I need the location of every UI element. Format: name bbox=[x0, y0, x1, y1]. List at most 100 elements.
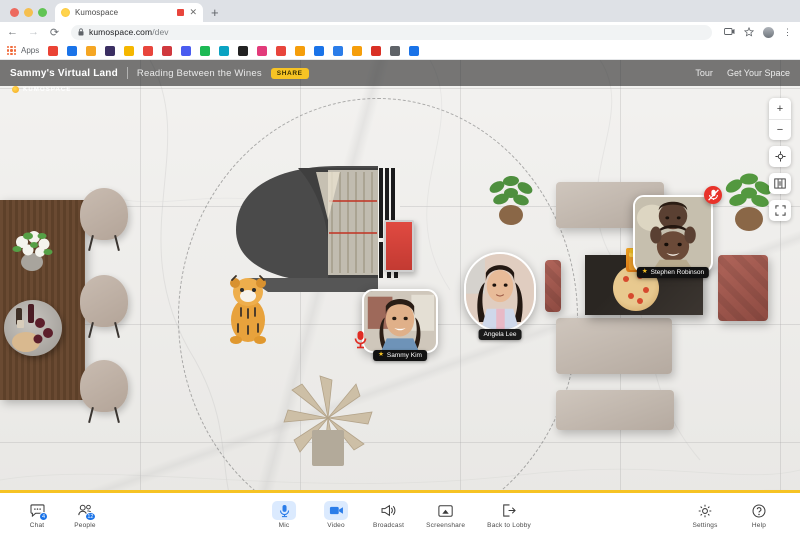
back-to-lobby-button[interactable]: Back to Lobby bbox=[487, 501, 531, 529]
question-mark-icon bbox=[747, 501, 771, 520]
screenshare-label: Screenshare bbox=[426, 522, 465, 529]
cast-icon[interactable] bbox=[724, 28, 735, 37]
leather-armchair-right[interactable] bbox=[718, 255, 768, 321]
gmail-bookmark[interactable] bbox=[48, 46, 58, 56]
adobe-bookmark[interactable] bbox=[276, 46, 286, 56]
window-traffic-lights[interactable] bbox=[8, 8, 55, 22]
participant-tile-stephen-robinson[interactable]: ★ Stephen Robinson bbox=[633, 195, 713, 273]
mic-button[interactable]: Mic bbox=[269, 501, 299, 529]
brand-name: KUMOSPACE bbox=[23, 87, 71, 93]
address-bar[interactable]: kumospace.com/dev bbox=[71, 25, 712, 40]
participant-name: Stephen Robinson bbox=[651, 269, 705, 276]
participant-name-chip: Angela Lee bbox=[479, 329, 522, 340]
spotify-bookmark[interactable] bbox=[200, 46, 210, 56]
people-button[interactable]: 12 People bbox=[70, 501, 100, 529]
cloud-bookmark[interactable] bbox=[352, 46, 362, 56]
video-button[interactable]: Video bbox=[321, 501, 351, 529]
exit-icon bbox=[497, 501, 521, 520]
participant-name: Angela Lee bbox=[484, 331, 517, 338]
potted-plant-center[interactable] bbox=[487, 175, 535, 227]
lounge-chair[interactable] bbox=[80, 360, 128, 412]
close-tab-icon[interactable]: ✕ bbox=[189, 8, 197, 17]
fullscreen-button[interactable] bbox=[769, 200, 791, 221]
wine-and-cheese-tray[interactable] bbox=[4, 300, 62, 356]
red-bench[interactable] bbox=[384, 220, 414, 272]
apps-label[interactable]: Apps bbox=[21, 46, 39, 55]
url-domain: kumospace.com bbox=[89, 27, 152, 37]
analytics-bookmark[interactable] bbox=[86, 46, 96, 56]
jira-bookmark[interactable] bbox=[162, 46, 172, 56]
sofa-bottom[interactable] bbox=[556, 318, 672, 374]
figma-bookmark[interactable] bbox=[181, 46, 191, 56]
sofa-lower[interactable] bbox=[556, 390, 674, 430]
broadcast-button[interactable]: Broadcast bbox=[373, 501, 404, 529]
recenter-button[interactable] bbox=[769, 146, 791, 167]
bookmark-star-icon[interactable] bbox=[744, 27, 754, 37]
settings-label: Settings bbox=[692, 522, 717, 529]
participant-video[interactable] bbox=[633, 195, 713, 273]
settings-button[interactable]: Settings bbox=[690, 501, 720, 529]
zoom-in-button[interactable]: + bbox=[769, 98, 791, 119]
notion-bookmark[interactable] bbox=[219, 46, 229, 56]
lounge-chair[interactable] bbox=[80, 188, 128, 240]
new-tab-button[interactable]: + bbox=[211, 5, 219, 22]
bottom-toolbar: 4 Chat 12 People bbox=[0, 490, 800, 537]
tiger-statue[interactable] bbox=[222, 272, 274, 344]
blue-bookmark[interactable] bbox=[409, 46, 419, 56]
leather-armchair-left[interactable] bbox=[545, 260, 561, 312]
close-window-icon[interactable] bbox=[10, 8, 19, 17]
dark-bookmark[interactable] bbox=[238, 46, 248, 56]
muted-mic-badge bbox=[704, 186, 722, 204]
help-button[interactable]: Help bbox=[744, 501, 774, 529]
reload-button[interactable]: ⟳ bbox=[48, 26, 61, 39]
back-button[interactable]: ← bbox=[6, 26, 19, 38]
participant-video[interactable] bbox=[464, 252, 536, 332]
share-button[interactable]: SHARE bbox=[271, 68, 309, 79]
screenshare-button[interactable]: Screenshare bbox=[426, 501, 465, 529]
participant-video[interactable] bbox=[362, 289, 438, 353]
toolbar-center-group: Mic Video bbox=[269, 501, 531, 529]
kumospace-logo-icon bbox=[61, 8, 70, 17]
tour-link[interactable]: Tour bbox=[695, 68, 713, 78]
maximize-window-icon[interactable] bbox=[38, 8, 47, 17]
forward-button[interactable]: → bbox=[27, 26, 40, 38]
table-bookmark[interactable] bbox=[314, 46, 324, 56]
browser-toolbar: ← → ⟳ kumospace.com/dev ⋮ bbox=[0, 22, 800, 42]
rocket-bookmark[interactable] bbox=[143, 46, 153, 56]
tab-title: Kumospace bbox=[75, 8, 172, 17]
minimap-button[interactable] bbox=[769, 173, 791, 194]
browser-tab[interactable]: Kumospace ✕ bbox=[55, 3, 203, 22]
host-star-icon: ★ bbox=[642, 269, 648, 276]
grid-bookmark[interactable] bbox=[105, 46, 115, 56]
orange-bookmark[interactable] bbox=[295, 46, 305, 56]
minimize-window-icon[interactable] bbox=[24, 8, 33, 17]
chrome-menu-icon[interactable]: ⋮ bbox=[783, 27, 792, 38]
mail-bookmark[interactable] bbox=[124, 46, 134, 56]
calendar-bookmark[interactable] bbox=[67, 46, 77, 56]
participant-tile-angela-lee[interactable]: Angela Lee bbox=[464, 252, 536, 332]
url-text: kumospace.com/dev bbox=[89, 27, 169, 37]
flower-vase[interactable] bbox=[8, 228, 56, 272]
toolbar-icons: ⋮ bbox=[724, 27, 794, 38]
help-label: Help bbox=[752, 522, 766, 529]
get-your-space-link[interactable]: Get Your Space bbox=[727, 68, 790, 78]
apps-grid-icon[interactable] bbox=[7, 46, 16, 55]
refresh-bookmark[interactable] bbox=[333, 46, 343, 56]
chat-button[interactable]: 4 Chat bbox=[22, 501, 52, 529]
lounge-chair[interactable] bbox=[80, 275, 128, 327]
kumospace-virtual-room[interactable]: Sammy's Virtual Land Reading Between the… bbox=[0, 60, 800, 537]
browser-tabstrip: Kumospace ✕ + bbox=[0, 0, 800, 22]
header-divider bbox=[127, 67, 128, 79]
potted-plant-right[interactable] bbox=[722, 172, 774, 234]
red-circle-bookmark[interactable] bbox=[371, 46, 381, 56]
zoom-out-button[interactable]: − bbox=[769, 119, 791, 140]
microphone-icon bbox=[272, 501, 296, 520]
windmill-sculpture[interactable] bbox=[280, 370, 376, 470]
triangle-bookmark[interactable] bbox=[390, 46, 400, 56]
pink-bookmark[interactable] bbox=[257, 46, 267, 56]
browser-window: Kumospace ✕ + ← → ⟳ kumospace.com/dev bbox=[0, 0, 800, 537]
app-header-bar: Sammy's Virtual Land Reading Between the… bbox=[0, 60, 800, 86]
participant-name: Sammy Kim bbox=[387, 352, 422, 359]
participant-tile-sammy-kim[interactable]: ★ Sammy Kim bbox=[362, 289, 438, 353]
profile-avatar[interactable] bbox=[763, 27, 774, 38]
